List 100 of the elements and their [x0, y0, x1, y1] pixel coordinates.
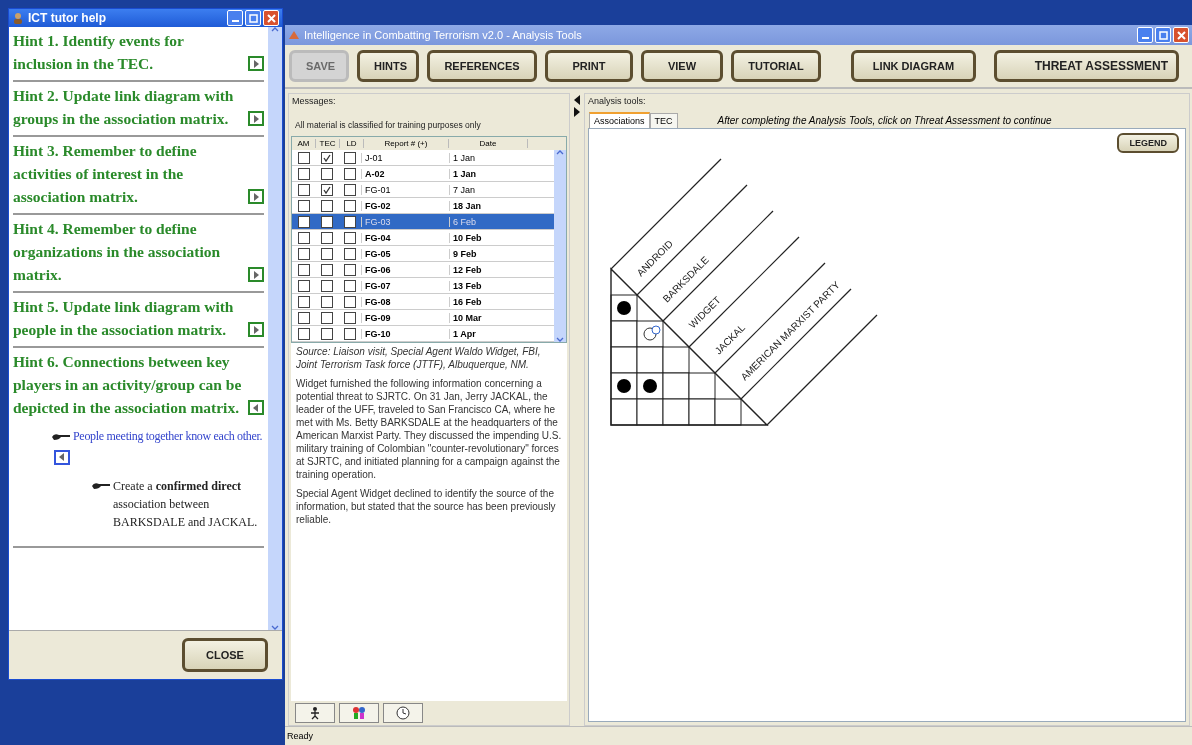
- back-arrow-button[interactable]: [54, 449, 70, 465]
- checkbox[interactable]: [320, 183, 333, 196]
- person-icon-button[interactable]: [295, 703, 335, 723]
- matrix-cell[interactable]: [662, 346, 690, 374]
- matrix-cell[interactable]: [662, 398, 690, 426]
- table-row[interactable]: FG-01 7 Jan: [292, 182, 554, 198]
- table-row[interactable]: FG-07 13 Feb: [292, 278, 554, 294]
- scroll-up-icon[interactable]: [556, 150, 564, 155]
- column-header[interactable]: AM: [292, 139, 316, 148]
- scroll-down-icon[interactable]: [271, 625, 279, 630]
- checkbox[interactable]: [297, 151, 310, 164]
- minimize-button[interactable]: [1137, 27, 1153, 43]
- checkbox[interactable]: [297, 199, 310, 212]
- toolbar-button[interactable]: REFERENCES: [427, 50, 537, 82]
- table-row[interactable]: FG-06 12 Feb: [292, 262, 554, 278]
- scrollbar[interactable]: [268, 27, 282, 630]
- forward-arrow-button[interactable]: [248, 56, 264, 71]
- matrix-cell[interactable]: [610, 346, 638, 374]
- checkbox[interactable]: [343, 231, 356, 244]
- table-row[interactable]: FG-03 6 Feb: [292, 214, 554, 230]
- column-header[interactable]: Date: [449, 139, 528, 148]
- minimize-button[interactable]: [227, 10, 243, 26]
- checkbox[interactable]: [320, 327, 333, 340]
- checkbox[interactable]: [320, 199, 333, 212]
- checkbox[interactable]: [320, 279, 333, 292]
- checkbox[interactable]: [297, 167, 310, 180]
- checkbox[interactable]: [297, 183, 310, 196]
- matrix-cell[interactable]: [662, 372, 690, 400]
- checkbox[interactable]: [320, 295, 333, 308]
- table-row[interactable]: FG-05 9 Feb: [292, 246, 554, 262]
- collapse-left-icon[interactable]: [573, 95, 581, 105]
- close-button[interactable]: [1173, 27, 1189, 43]
- forward-arrow-button[interactable]: [248, 189, 264, 204]
- toolbar-button[interactable]: HINTS: [357, 50, 419, 82]
- forward-arrow-button[interactable]: [248, 111, 264, 126]
- toolbar-button[interactable]: LINK DIAGRAM: [851, 50, 976, 82]
- matrix-cell[interactable]: [610, 320, 638, 348]
- table-row[interactable]: FG-08 16 Feb: [292, 294, 554, 310]
- matrix-cell[interactable]: [610, 372, 638, 400]
- checkbox[interactable]: [343, 263, 356, 276]
- checkbox[interactable]: [320, 215, 333, 228]
- matrix-cell[interactable]: [688, 398, 716, 426]
- checkbox[interactable]: [343, 215, 356, 228]
- column-header[interactable]: Report # (+): [364, 139, 449, 148]
- checkbox[interactable]: [343, 279, 356, 292]
- checkbox[interactable]: [297, 263, 310, 276]
- matrix-cell[interactable]: [714, 398, 742, 426]
- maximize-button[interactable]: [1155, 27, 1171, 43]
- tab[interactable]: TEC: [649, 113, 678, 128]
- checkbox[interactable]: [343, 311, 356, 324]
- matrix-cell[interactable]: [688, 372, 716, 400]
- checkbox[interactable]: [297, 327, 310, 340]
- checkbox[interactable]: [320, 247, 333, 260]
- toolbar-button[interactable]: VIEW: [641, 50, 723, 82]
- checkbox[interactable]: [297, 247, 310, 260]
- legend-button[interactable]: LEGEND: [1117, 133, 1179, 153]
- checkbox[interactable]: [297, 279, 310, 292]
- checkbox[interactable]: [320, 231, 333, 244]
- checkbox[interactable]: [343, 183, 356, 196]
- table-row[interactable]: A-02 1 Jan: [292, 166, 554, 182]
- checkbox[interactable]: [343, 247, 356, 260]
- clock-icon-button[interactable]: [383, 703, 423, 723]
- scroll-up-icon[interactable]: [271, 27, 279, 32]
- forward-arrow-button[interactable]: [248, 267, 264, 282]
- column-header[interactable]: TEC: [316, 139, 340, 148]
- close-dialog-button[interactable]: CLOSE: [182, 638, 268, 672]
- scrollbar[interactable]: [554, 150, 566, 342]
- toolbar-button[interactable]: TUTORIAL: [731, 50, 821, 82]
- checkbox[interactable]: [320, 167, 333, 180]
- matrix-cell[interactable]: [636, 398, 664, 426]
- back-arrow-button[interactable]: [248, 400, 264, 415]
- matrix-cell[interactable]: [610, 398, 638, 426]
- close-button[interactable]: [263, 10, 279, 26]
- toolbar-button[interactable]: THREAT ASSESSMENT: [994, 50, 1179, 82]
- matrix-cell[interactable]: [636, 372, 664, 400]
- checkbox[interactable]: [343, 167, 356, 180]
- scroll-down-icon[interactable]: [556, 337, 564, 342]
- checkbox[interactable]: [320, 263, 333, 276]
- column-header[interactable]: LD: [340, 139, 364, 148]
- maximize-button[interactable]: [245, 10, 261, 26]
- checkbox[interactable]: [320, 151, 333, 164]
- checkbox[interactable]: [297, 295, 310, 308]
- checkbox[interactable]: [343, 199, 356, 212]
- checkbox[interactable]: [320, 311, 333, 324]
- checkbox[interactable]: [297, 231, 310, 244]
- group-icon-button[interactable]: [339, 703, 379, 723]
- toolbar-button[interactable]: PRINT: [545, 50, 633, 82]
- table-row[interactable]: FG-09 10 Mar: [292, 310, 554, 326]
- checkbox[interactable]: [297, 215, 310, 228]
- matrix-cell[interactable]: [636, 346, 664, 374]
- forward-arrow-button[interactable]: [248, 322, 264, 337]
- table-row[interactable]: FG-04 10 Feb: [292, 230, 554, 246]
- checkbox[interactable]: [343, 151, 356, 164]
- checkbox[interactable]: [297, 311, 310, 324]
- matrix-cell[interactable]: [610, 294, 638, 322]
- tab[interactable]: Associations: [589, 112, 650, 128]
- expand-right-icon[interactable]: [573, 107, 581, 117]
- table-row[interactable]: J-01 1 Jan: [292, 150, 554, 166]
- checkbox[interactable]: [343, 327, 356, 340]
- table-row[interactable]: FG-10 1 Apr: [292, 326, 554, 342]
